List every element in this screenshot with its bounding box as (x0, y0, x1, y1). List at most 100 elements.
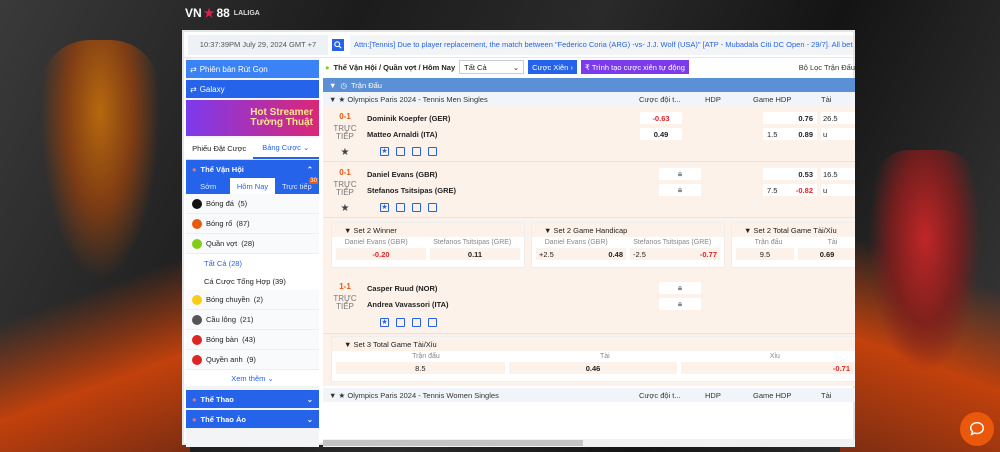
col-hdp: HDP (705, 94, 721, 104)
tennis-sub-combined-count: (39) (272, 276, 286, 286)
tab-today[interactable]: Hôm Nay (230, 178, 275, 194)
odds-button[interactable]: 7.5 -0.82 (763, 184, 817, 196)
search-button[interactable] (332, 38, 344, 51)
odds-button[interactable]: 0.49 (640, 128, 682, 140)
col-game-hdp: Game HDP (753, 94, 792, 104)
search-icon (334, 40, 342, 49)
galaxy-button[interactable]: ⇄ Galaxy (186, 80, 319, 98)
favorite-icon[interactable]: ★ (380, 147, 389, 156)
favorite-icon[interactable]: ★ (380, 318, 389, 327)
stats-icon[interactable] (428, 203, 437, 212)
set2-handicap-title[interactable]: ▼ Set 2 Game Handicap (532, 223, 724, 237)
auto-parlay-button[interactable]: ₹ Trình tạo cược xiên tự động (580, 60, 689, 74)
set2-total-title[interactable]: ▼ Set 2 Total Game Tài/Xỉu (732, 223, 855, 237)
league-header[interactable]: ▼ ★ Olympics Paris 2024 - Tennis Men Sin… (323, 92, 855, 106)
favorite-icon[interactable]: ★ (380, 203, 389, 212)
league-header[interactable]: ▼ ★ Olympics Paris 2024 - Tennis Women S… (323, 388, 855, 402)
set2-handicap-box: ▼ Set 2 Game Handicap Daniel Evans (GBR)… (531, 222, 725, 268)
col-game-hdp: Game HDP (753, 390, 792, 400)
sport-item[interactable]: Bóng bàn (43) (186, 330, 319, 350)
star-icon: ★ (203, 6, 215, 20)
banner-line2: Tường Thuật (250, 117, 313, 128)
stream-icon[interactable] (396, 318, 405, 327)
col-over: Tài (821, 390, 832, 400)
sport-item[interactable]: Quần vợt (28) (186, 234, 319, 254)
scrollbar-thumb[interactable] (323, 440, 583, 446)
live-label-2: TIẾP (336, 132, 354, 141)
sport-item[interactable]: Bóng chuyền (2) (186, 290, 319, 310)
sport-icon (192, 218, 202, 229)
set2-total-odds: 9.5 0.69 (732, 246, 855, 262)
total-line[interactable]: 16.5 (821, 168, 855, 180)
odds-button[interactable]: 0.11 (430, 248, 520, 260)
filter-bar: ● Thể Vận Hội / Quần vợt / Hôm Nay Tất C… (323, 58, 855, 76)
olympics-section-header[interactable]: ● Thể Vận Hội ⌃ (186, 160, 319, 178)
odds-button[interactable]: -0.20 (336, 248, 426, 260)
collapse-icon: ▼ (329, 390, 337, 400)
odds-button[interactable]: 0.53 (763, 168, 817, 180)
collapse-icon: ▼ (544, 225, 552, 235)
see-more-link[interactable]: Xem thêm ⌄ (186, 370, 319, 386)
stream-icon[interactable] (396, 147, 405, 156)
header-home: Daniel Evans (GBR) (544, 239, 608, 246)
parlay-button[interactable]: Cược Xiên › (528, 60, 577, 74)
match-filter-link[interactable]: Bộ Lọc Trận Đấu (799, 63, 855, 72)
favorite-star-icon[interactable]: ★ (323, 147, 367, 158)
sport-item[interactable]: Bóng đá (5) (186, 194, 319, 214)
total-line: 8.5 (336, 362, 505, 374)
odds-button[interactable]: +2.5 0.48 (536, 248, 626, 260)
stream-icon[interactable] (396, 203, 405, 212)
set2-handicap-odds: +2.5 0.48 -2.5 -0.77 (532, 246, 724, 262)
wand-icon: ₹ (584, 62, 590, 72)
total-under[interactable]: u (821, 184, 855, 196)
compact-version-label: Phiên bản Rút Gọn (199, 64, 268, 74)
odds-button[interactable]: -2.5 -0.77 (630, 248, 720, 260)
odds-button[interactable]: 1.5 0.89 (763, 128, 817, 140)
hot-streamer-banner[interactable]: Hot Streamer Tường Thuật (186, 100, 319, 136)
market-select[interactable]: Tất Cả ⌄ (459, 60, 525, 74)
match-header[interactable]: ▼ ◷ Trận Đấu (323, 78, 855, 92)
tab-bet-slip[interactable]: Phiếu Đặt Cược (186, 138, 253, 159)
sport-item[interactable]: Quyền anh (9) (186, 350, 319, 370)
favorite-star-icon[interactable]: ★ (323, 203, 367, 214)
sport-count: (43) (242, 335, 256, 344)
sidebar: ⇄ Phiên bản Rút Gọn ⇄ Galaxy Hot Streame… (186, 58, 319, 447)
total-line[interactable]: 26.5 (821, 112, 855, 124)
chevron-down-icon: ⌄ (303, 143, 310, 152)
scoreboard-icon[interactable] (412, 203, 421, 212)
site-logo[interactable]: VN ★ 88 LALIGA (185, 6, 260, 20)
tab-early[interactable]: Sớm (186, 178, 230, 194)
total-under[interactable]: u (821, 128, 855, 140)
odds-button[interactable]: -0.63 (640, 112, 682, 124)
stats-icon[interactable] (428, 147, 437, 156)
sport-count: (5) (237, 199, 248, 208)
chat-button[interactable] (960, 412, 994, 446)
sport-item[interactable]: Cầu lông (21) (186, 310, 319, 330)
tab-live[interactable]: Trực tiếp 30 (275, 178, 319, 194)
chevron-down-icon: ⌄ (512, 62, 520, 72)
header-under: Xỉu (769, 353, 780, 360)
virtual-sports-icon: ● (192, 414, 197, 424)
sports-section-header[interactable]: ● Thể Thao ⌄ (186, 390, 319, 408)
compact-version-button[interactable]: ⇄ Phiên bản Rút Gọn (186, 60, 319, 78)
set2-winner-title[interactable]: ▼ Set 2 Winner (332, 223, 524, 237)
virtual-sports-section-header[interactable]: ● Thể Thao Ảo ⌄ (186, 410, 319, 428)
header-away: Stefanos Tsitsipas (GRE) (433, 239, 512, 246)
odds-button[interactable]: 0.69 (798, 248, 855, 260)
set3-total-title[interactable]: ▼ Set 3 Total Game Tài/Xỉu (332, 337, 855, 351)
tennis-sub-all[interactable]: Tất Cả (28) (186, 254, 319, 272)
scoreboard-icon[interactable] (412, 147, 421, 156)
odds-button[interactable]: 0.76 (763, 112, 817, 124)
scoreboard-icon[interactable] (412, 318, 421, 327)
odds-button[interactable]: -0.71 (681, 362, 855, 374)
stats-icon[interactable] (428, 318, 437, 327)
horizontal-scrollbar[interactable] (323, 439, 855, 447)
tab-odds-board[interactable]: Bảng Cược ⌄ (252, 138, 319, 159)
odds-button[interactable]: 0.46 (508, 362, 678, 374)
collapse-icon: ▼ (744, 225, 752, 235)
chevron-down-icon: ⌄ (306, 414, 313, 424)
tennis-sub-combined[interactable]: Cá Cược Tổng Hợp (39) (186, 272, 319, 290)
lock-icon: 🔒︎ (659, 168, 701, 180)
chevron-up-icon: ⌃ (306, 164, 313, 174)
sport-item[interactable]: Bóng rổ (87) (186, 214, 319, 234)
